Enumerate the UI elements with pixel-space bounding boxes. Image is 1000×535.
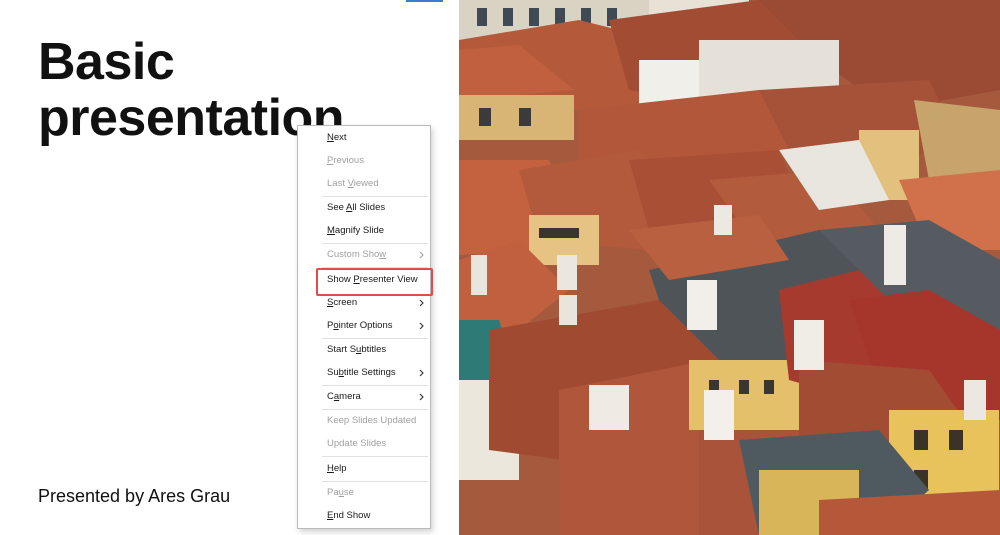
slide-subtitle: Presented by Ares Grau: [38, 486, 231, 506]
chevron-right-icon: [417, 292, 425, 314]
slide[interactable]: Basic presentation Presented by Ares Gra…: [0, 0, 1000, 535]
chevron-right-icon: [417, 244, 425, 266]
chevron-right-icon: [417, 362, 425, 384]
menu-separator: [322, 267, 428, 268]
menu-item-magnify-slide[interactable]: Magnify Slide: [298, 220, 430, 242]
menu-item-pointer-options[interactable]: Pointer Options: [298, 315, 430, 337]
chevron-right-icon: [417, 386, 425, 408]
menu-separator: [322, 456, 428, 457]
menu-item-camera[interactable]: Camera: [298, 386, 430, 408]
menu-item-custom-show: Custom Show: [298, 244, 430, 266]
slideshow-context-menu[interactable]: Next Previous Last Viewed See All Slides…: [297, 125, 431, 529]
menu-item-keep-slides-updated: Keep Slides Updated: [327, 415, 417, 426]
menu-item-next[interactable]: Next: [298, 127, 430, 149]
top-tab-indicator: [406, 0, 443, 2]
menu-item-show-presenter-view[interactable]: Show Presenter View: [298, 269, 430, 291]
menu-item-update-slides: Update Slides: [327, 438, 387, 449]
rooftops-photo: [459, 0, 1000, 535]
menu-item-start-subtitles[interactable]: Start Subtitles: [298, 339, 430, 361]
menu-item-pause: Pause: [327, 487, 354, 498]
menu-item-last-viewed: Last Viewed: [327, 178, 379, 189]
slide-title-line-1: Basic: [38, 33, 175, 91]
menu-item-see-all-slides[interactable]: See All Slides: [298, 197, 430, 219]
menu-item-previous: Previous: [327, 155, 364, 166]
menu-item-screen[interactable]: Screen: [298, 292, 430, 314]
chevron-right-icon: [417, 315, 425, 337]
menu-item-end-show[interactable]: End Show: [298, 505, 430, 527]
menu-item-subtitle-settings[interactable]: Subtitle Settings: [298, 362, 430, 384]
menu-item-help[interactable]: Help: [298, 458, 430, 480]
